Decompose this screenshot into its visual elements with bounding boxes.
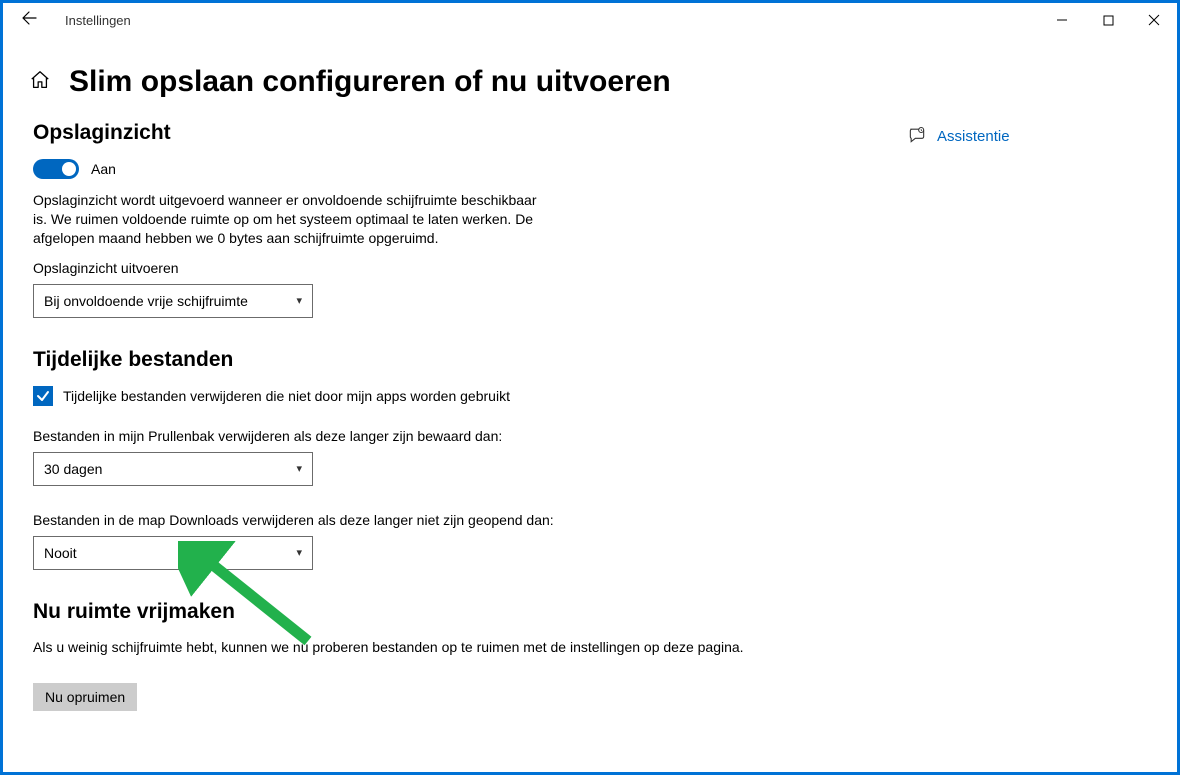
heading-storage-sense: Opslaginzicht — [33, 121, 881, 145]
chevron-down-icon: ▾ — [296, 294, 302, 307]
back-arrow-icon — [21, 10, 37, 26]
section-free-now: Nu ruimte vrijmaken Als u weinig schijfr… — [33, 600, 881, 711]
storage-sense-toggle-label: Aan — [91, 161, 116, 177]
main-content: Opslaginzicht Aan Opslaginzicht wordt ui… — [3, 109, 907, 772]
downloads-value: Nooit — [44, 545, 77, 561]
settings-window: Instellingen Slim opslaan configureren o… — [0, 0, 1180, 775]
page-title: Slim opslaan configureren of nu uitvoere… — [69, 65, 671, 99]
close-button[interactable] — [1131, 3, 1177, 37]
clean-now-button[interactable]: Nu opruimen — [33, 683, 137, 711]
app-title: Instellingen — [65, 13, 131, 28]
window-controls — [1039, 3, 1177, 37]
delete-temp-label: Tijdelijke bestanden verwijderen die nie… — [63, 388, 510, 404]
free-now-desc: Als u weinig schijfruimte hebt, kunnen w… — [33, 638, 793, 657]
delete-temp-checkbox[interactable] — [33, 386, 53, 406]
chevron-down-icon: ▾ — [296, 546, 302, 559]
title-bar: Instellingen — [3, 3, 1177, 37]
run-storage-sense-value: Bij onvoldoende vrije schijfruimte — [44, 293, 248, 309]
minimize-button[interactable] — [1039, 3, 1085, 37]
maximize-icon — [1103, 15, 1114, 26]
close-icon — [1148, 14, 1160, 26]
heading-free-now: Nu ruimte vrijmaken — [33, 600, 881, 624]
downloads-select[interactable]: Nooit ▾ — [33, 536, 313, 570]
back-button[interactable] — [9, 10, 49, 31]
aside-assist: Assistentie — [907, 109, 1177, 772]
checkmark-icon — [36, 389, 50, 403]
recycle-bin-value: 30 dagen — [44, 461, 102, 477]
home-icon[interactable] — [29, 69, 51, 97]
recycle-bin-select[interactable]: 30 dagen ▾ — [33, 452, 313, 486]
storage-sense-desc: Opslaginzicht wordt uitgevoerd wanneer e… — [33, 191, 553, 248]
chevron-down-icon: ▾ — [296, 462, 302, 475]
minimize-icon — [1056, 14, 1068, 26]
run-storage-sense-label: Opslaginzicht uitvoeren — [33, 260, 881, 276]
downloads-label: Bestanden in de map Downloads verwijdere… — [33, 512, 881, 528]
storage-sense-toggle[interactable] — [33, 159, 79, 179]
heading-temp-files: Tijdelijke bestanden — [33, 348, 881, 372]
section-temp-files: Tijdelijke bestanden Tijdelijke bestande… — [33, 348, 881, 570]
assist-icon — [907, 125, 927, 148]
recycle-bin-label: Bestanden in mijn Prullenbak verwijderen… — [33, 428, 881, 444]
maximize-button[interactable] — [1085, 3, 1131, 37]
run-storage-sense-select[interactable]: Bij onvoldoende vrije schijfruimte ▾ — [33, 284, 313, 318]
section-storage-sense: Opslaginzicht Aan Opslaginzicht wordt ui… — [33, 121, 881, 318]
page-header: Slim opslaan configureren of nu uitvoere… — [3, 37, 1177, 109]
assist-link[interactable]: Assistentie — [937, 128, 1010, 145]
